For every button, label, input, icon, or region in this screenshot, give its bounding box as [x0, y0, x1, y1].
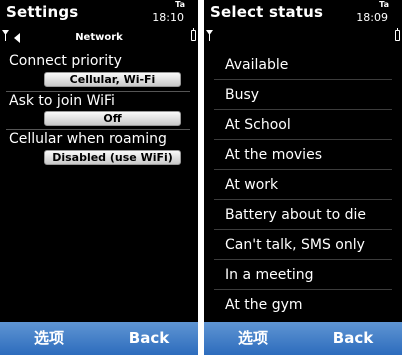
setting-value-button[interactable]: Off	[44, 111, 181, 126]
setting-cellular-when-roaming[interactable]: Cellular when roaming Disabled (use WiFi…	[0, 131, 192, 169]
select-status-screen: Select status Ta 18:09 Available Busy At…	[204, 0, 402, 355]
row-divider	[6, 129, 190, 130]
status-label: At the gym	[225, 297, 303, 313]
network-badge: Ta	[379, 0, 389, 9]
subheader: Network	[0, 30, 198, 46]
setting-label: Cellular when roaming	[9, 131, 167, 147]
softkey-bar: 选项 Back	[204, 322, 402, 355]
status-item-in-a-meeting[interactable]: In a meeting	[204, 260, 394, 290]
status-label: In a meeting	[225, 267, 314, 283]
status-label: Available	[225, 57, 289, 73]
clock: 18:09	[356, 11, 388, 24]
status-item-busy[interactable]: Busy	[204, 80, 394, 110]
battery-icon	[395, 28, 400, 41]
status-item-at-school[interactable]: At School	[204, 110, 394, 140]
subheader-label: Network	[75, 32, 123, 43]
signal-icon	[206, 30, 213, 41]
status-label: At work	[225, 177, 279, 193]
status-label: Battery about to die	[225, 207, 367, 223]
status-item-cant-talk-sms-only[interactable]: Can't talk, SMS only	[204, 230, 394, 260]
status-label: At School	[225, 117, 291, 133]
back-softkey[interactable]: Back	[304, 322, 402, 355]
setting-ask-to-join-wifi[interactable]: Ask to join WiFi Off	[0, 93, 192, 131]
status-item-at-the-gym[interactable]: At the gym	[204, 290, 394, 320]
setting-value-button[interactable]: Disabled (use WiFi)	[44, 150, 181, 165]
setting-label: Connect priority	[9, 53, 122, 69]
network-badge: Ta	[175, 0, 185, 9]
status-label: Can't talk, SMS only	[225, 237, 365, 253]
back-softkey[interactable]: Back	[100, 322, 198, 355]
screen-title: Select status	[210, 3, 324, 21]
status-item-at-the-movies[interactable]: At the movies	[204, 140, 394, 170]
settings-screen: Settings Ta 18:10 Network Connect priori…	[0, 0, 198, 355]
status-item-battery-about-to-die[interactable]: Battery about to die	[204, 200, 394, 230]
setting-connect-priority[interactable]: Connect priority Cellular, Wi-Fi	[0, 53, 192, 91]
options-softkey[interactable]: 选项	[204, 322, 302, 355]
status-label: At the movies	[225, 147, 322, 163]
row-divider	[6, 91, 190, 92]
setting-value-button[interactable]: Cellular, Wi-Fi	[44, 72, 181, 87]
options-softkey[interactable]: 选项	[0, 322, 98, 355]
title-bar: Settings Ta 18:10	[0, 0, 198, 30]
status-label: Busy	[225, 87, 260, 103]
softkey-bar: 选项 Back	[0, 322, 198, 355]
setting-label: Ask to join WiFi	[9, 93, 115, 109]
screen-title: Settings	[6, 3, 79, 21]
status-item-at-work[interactable]: At work	[204, 170, 394, 200]
title-bar: Select status Ta 18:09	[204, 0, 402, 30]
clock: 18:10	[152, 11, 184, 24]
status-item-available[interactable]: Available	[204, 50, 394, 80]
